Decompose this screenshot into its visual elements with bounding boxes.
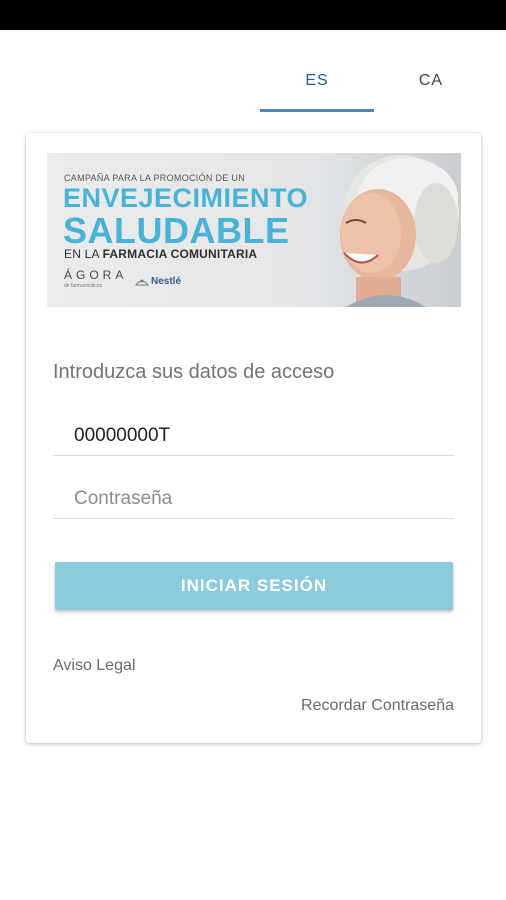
nest-icon (135, 279, 149, 286)
banner-subtitle: EN LA FARMACIA COMUNITARIA (64, 247, 257, 261)
tab-language-ca-label: CA (418, 72, 444, 89)
campaign-banner: CAMPAÑA PARA LA PROMOCIÓN DE UN ENVEJECI… (47, 153, 461, 307)
tab-language-es[interactable]: ES (260, 56, 374, 112)
tab-language-es-label: ES (305, 72, 329, 89)
banner-subtitle-prefix: EN LA (64, 247, 103, 261)
username-field[interactable] (53, 416, 454, 456)
banner-subtitle-bold: FARMACIA COMUNITARIA (102, 247, 258, 261)
agora-logo-text: ÁGORA (64, 268, 128, 282)
legal-notice-link[interactable]: Aviso Legal (53, 657, 135, 675)
senior-woman-photo (316, 153, 461, 307)
remember-password-link[interactable]: Recordar Contraseña (301, 697, 454, 715)
tab-active-indicator (260, 109, 374, 112)
login-card: CAMPAÑA PARA LA PROMOCIÓN DE UN ENVEJECI… (26, 133, 481, 743)
language-tabs: ES CA (260, 56, 506, 112)
login-button[interactable]: INICIAR SESIÓN (55, 562, 453, 610)
status-bar (0, 0, 506, 30)
tab-language-ca[interactable]: CA (374, 56, 488, 112)
login-intro-text: Introduzca sus datos de acceso (53, 361, 335, 383)
nestle-logo: Nestlé (135, 270, 181, 292)
nestle-logo-text: Nestlé (151, 275, 182, 287)
password-field[interactable] (53, 479, 454, 519)
banner-title-line2: SALUDABLE (63, 210, 290, 251)
agora-logo: ÁGORA de farmacéuticos (64, 268, 134, 294)
banner-kicker: CAMPAÑA PARA LA PROMOCIÓN DE UN (64, 173, 246, 183)
agora-logo-subtitle: de farmacéuticos (64, 283, 103, 289)
